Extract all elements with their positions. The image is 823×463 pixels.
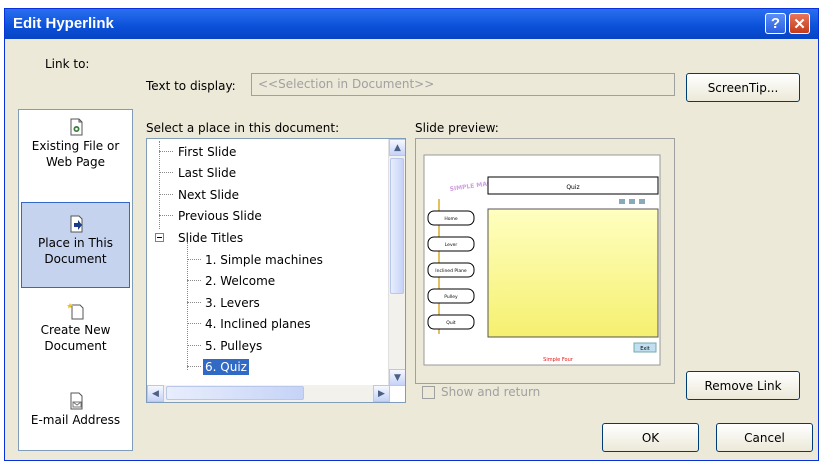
collapse-icon[interactable] (155, 233, 164, 242)
slide-nav-button-label: Inclined Plane (435, 268, 467, 274)
tree-item[interactable]: Slide Titles (178, 230, 243, 246)
text-to-display-field: <<Selection in Document>> (251, 73, 675, 96)
slide-nav-button-label: Quit (446, 320, 456, 326)
slide-title: Quiz (566, 184, 579, 191)
tree-item[interactable]: Next Slide (178, 187, 239, 203)
link-to-label-line1: Place in This (38, 236, 113, 250)
link-to-label-line1: E-mail Address (30, 413, 121, 427)
slide-preview-label: Slide preview: (415, 121, 499, 135)
tree-item[interactable]: Last Slide (178, 165, 236, 181)
edit-hyperlink-dialog: Edit Hyperlink ? ✕ Link to: Existing Fil… (4, 8, 819, 461)
title-bar[interactable]: Edit Hyperlink ? ✕ (5, 9, 818, 39)
screentip-button[interactable]: ScreenTip... (686, 73, 800, 102)
scroll-right-icon[interactable]: ▶ (373, 385, 390, 402)
slide-footer-text: Simple Four (543, 357, 574, 363)
remove-link-button[interactable]: Remove Link (686, 371, 800, 400)
link-to-label-line2: Document (44, 252, 107, 266)
slide-preview: SIMPLE MACHINES Quiz Home Lever Inclined P… (415, 138, 675, 384)
scroll-down-icon[interactable]: ▼ (389, 369, 405, 386)
tree-item[interactable]: 5. Pulleys (205, 338, 262, 354)
link-to-existing-file[interactable]: Existing File or Web Page (21, 118, 130, 204)
slide-thumbnail: SIMPLE MACHINES Quiz HomeLeverInclined P… (423, 154, 661, 366)
horizontal-scrollbar[interactable]: ◀ ▶ (147, 385, 390, 402)
help-button[interactable]: ? (765, 13, 786, 34)
link-to-create-new-document[interactable]: Create New Document (21, 302, 130, 388)
slide-nav-button-label: Lever (445, 242, 458, 248)
close-button[interactable]: ✕ (789, 13, 810, 34)
show-and-return-label: Show and return (441, 385, 541, 399)
tree-item[interactable]: 2. Welcome (205, 273, 275, 289)
link-to-panel: Existing File or Web Page Place in This … (18, 109, 133, 451)
ok-button[interactable]: OK (602, 423, 699, 452)
slide-nav-button-label: Pulley (444, 294, 458, 300)
email-icon (70, 392, 82, 410)
link-to-label-line1: Create New (40, 323, 111, 337)
close-icon: ✕ (793, 15, 806, 33)
slide-nav-button-label: Home (444, 216, 458, 222)
text-to-display-label: Text to display: (146, 79, 236, 93)
link-to-label-line2: Web Page (45, 155, 106, 169)
link-to-label: Link to: (45, 57, 90, 71)
place-in-document-icon (70, 215, 82, 233)
place-tree: First Slide Last Slide Next Slide Previo… (146, 138, 406, 403)
link-to-label-line2: Document (44, 339, 107, 353)
cancel-button[interactable]: Cancel (716, 423, 813, 452)
scroll-up-icon[interactable]: ▲ (389, 139, 405, 156)
tree-item[interactable]: 4. Inclined planes (205, 316, 311, 332)
tree-item-selected[interactable]: 6. Quiz (203, 359, 249, 375)
vertical-scroll-thumb[interactable] (390, 158, 404, 294)
help-icon: ? (770, 15, 781, 32)
horizontal-scroll-thumb[interactable] (166, 386, 304, 400)
new-document-icon (66, 303, 83, 320)
slide-exit-label: Exit (640, 346, 650, 352)
vertical-scrollbar[interactable]: ▲ ▼ (388, 139, 405, 386)
scroll-left-icon[interactable]: ◀ (147, 385, 164, 402)
link-to-email-address[interactable]: E-mail Address (21, 392, 130, 460)
link-to-place-in-document[interactable]: Place in This Document (21, 202, 130, 288)
dialog-title: Edit Hyperlink (13, 15, 114, 32)
place-in-document-label: Select a place in this document: (146, 121, 340, 135)
show-and-return-checkbox[interactable] (422, 386, 435, 399)
tree-item[interactable]: First Slide (178, 144, 236, 160)
tree-item[interactable]: Previous Slide (178, 208, 262, 224)
existing-file-icon (70, 118, 82, 136)
link-to-label-line1: Existing File or (31, 139, 120, 153)
tree-item[interactable]: 1. Simple machines (205, 252, 323, 268)
tree-item[interactable]: 3. Levers (205, 295, 260, 311)
